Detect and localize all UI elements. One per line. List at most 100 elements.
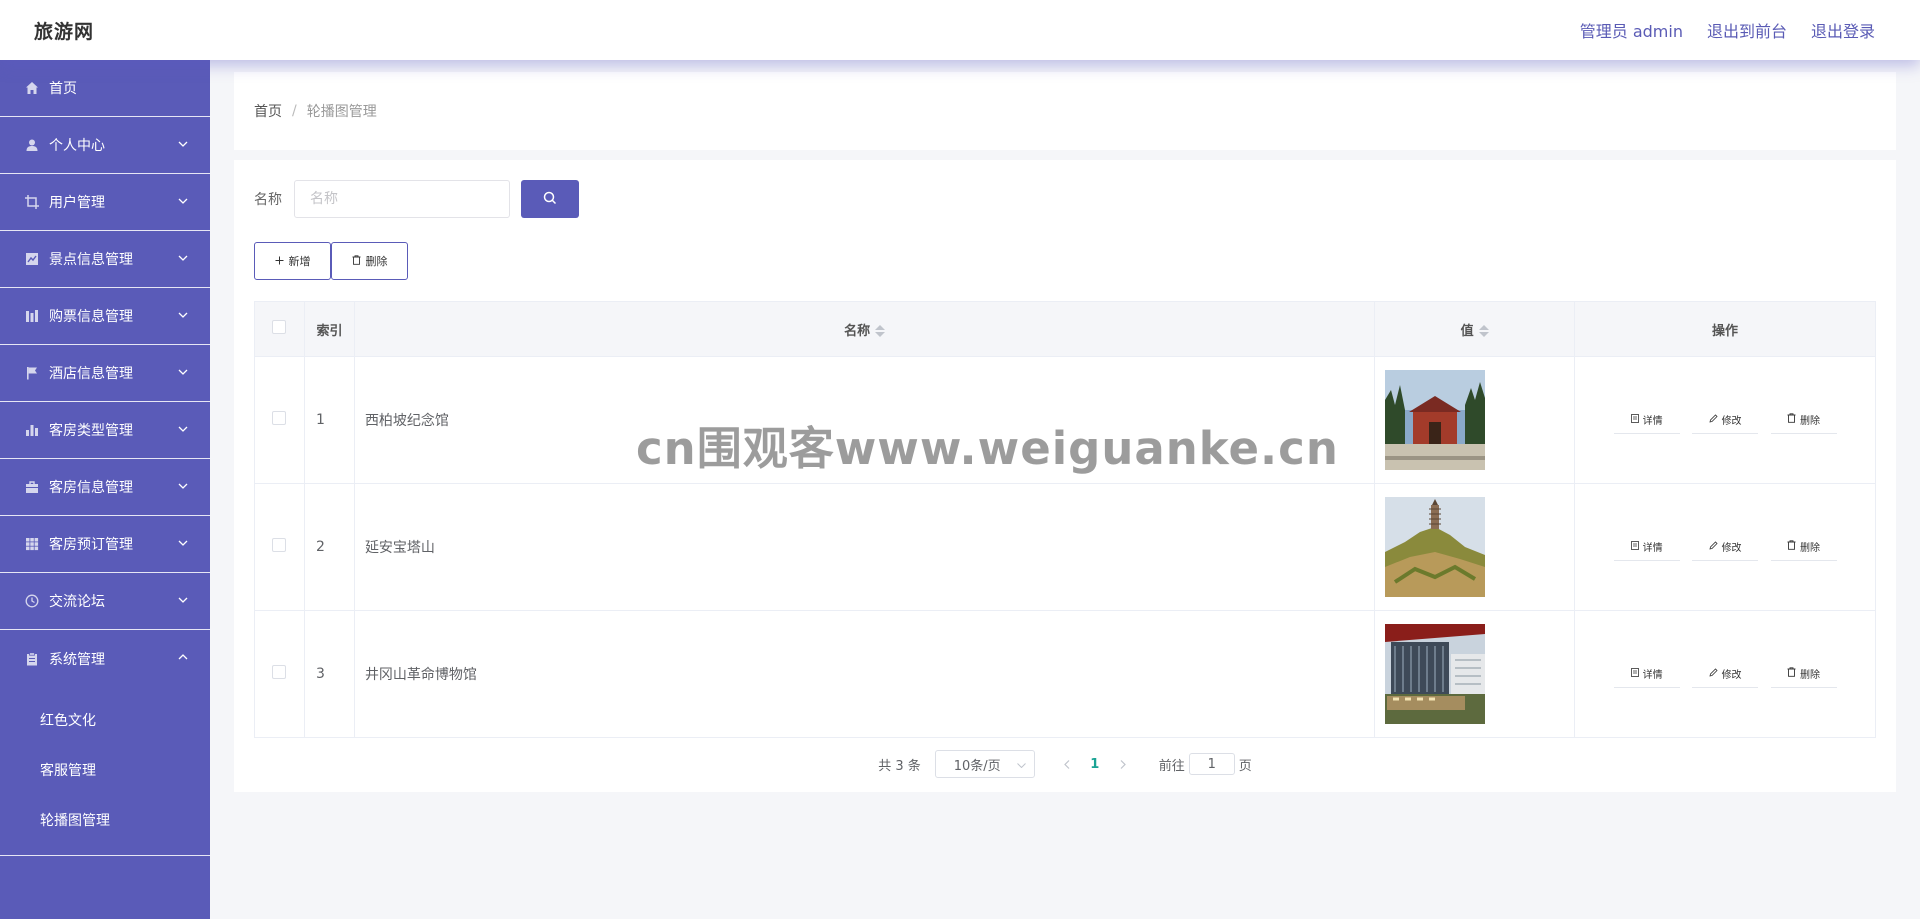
pagoda-hill-photo[interactable] (1385, 497, 1486, 597)
page-number-current[interactable]: 1 (1081, 757, 1109, 772)
crop-icon (23, 193, 41, 211)
chevron-down-icon (176, 194, 190, 208)
briefcase-icon (23, 478, 41, 496)
sidebar-subitem-red-culture[interactable]: 红色文化 (0, 695, 210, 745)
sidebar-item-personal-center[interactable]: 个人中心 (0, 117, 210, 174)
sort-caret-icon[interactable] (875, 325, 886, 337)
row-index: 2 (303, 483, 355, 611)
value-header[interactable]: 值 (1374, 301, 1576, 357)
museum-photo[interactable] (1385, 624, 1486, 724)
sidebar-item-label: 首页 (49, 81, 77, 97)
site-logo: 旅游网 (34, 20, 95, 43)
sidebar-item-home[interactable]: 首页 (0, 60, 210, 117)
table-header-row: 索引 名称 值 操作 (254, 301, 1876, 357)
delete-label: 删除 (1800, 415, 1821, 427)
page-size-select[interactable]: 10条/页 (934, 750, 1035, 778)
edit-icon (1709, 414, 1718, 426)
sidebar-item-label: 购票信息管理 (49, 309, 133, 325)
name-header-label: 名称 (844, 323, 871, 339)
sidebar-item-forum[interactable]: 交流论坛 (0, 573, 210, 630)
trash-icon (1787, 540, 1796, 553)
add-button[interactable]: 新增 (254, 242, 331, 280)
row-checkbox[interactable] (272, 411, 287, 425)
chevron-down-icon (176, 422, 190, 436)
delete-button[interactable]: 删除 (1770, 532, 1837, 561)
edit-button[interactable]: 修改 (1692, 660, 1759, 689)
row-index: 1 (303, 356, 355, 484)
edit-icon (1709, 541, 1718, 553)
top-header: 旅游网 管理员 admin 退出到前台 退出登录 (0, 0, 1920, 60)
grid-icon (23, 535, 41, 553)
sidebar-item-ticket[interactable]: 购票信息管理 (0, 288, 210, 345)
select-all-checkbox[interactable] (272, 320, 287, 334)
sidebar-item-room-info[interactable]: 客房信息管理 (0, 459, 210, 516)
bars-icon (23, 307, 41, 325)
action-bar: 新增 删除 (254, 242, 408, 280)
breadcrumb-home[interactable]: 首页 (254, 101, 282, 121)
page-size-value: 10条/页 (953, 758, 1001, 774)
prev-page-icon[interactable] (1053, 759, 1081, 769)
sidebar-item-scenic-spot[interactable]: 景点信息管理 (0, 231, 210, 288)
breadcrumb-current: 轮播图管理 (306, 104, 377, 120)
row-checkbox[interactable] (272, 538, 287, 552)
breadcrumb-separator: / (292, 103, 297, 119)
row-index: 3 (303, 610, 355, 738)
flag-icon (23, 364, 41, 382)
user-icon (23, 136, 41, 154)
sidebar-item-room-type[interactable]: 客房类型管理 (0, 402, 210, 459)
search-input[interactable] (294, 180, 510, 218)
sort-caret-icon[interactable] (1478, 325, 1489, 337)
chevron-down-icon (176, 308, 190, 322)
batch-delete-button[interactable]: 删除 (331, 242, 408, 280)
document-icon (1630, 540, 1639, 553)
sidebar-item-label: 客房预订管理 (49, 537, 133, 553)
edit-label: 修改 (1721, 416, 1742, 428)
sidebar-item-room-booking[interactable]: 客房预订管理 (0, 516, 210, 573)
row-checkbox[interactable] (272, 665, 287, 679)
chevron-down-icon (176, 536, 190, 550)
home-icon (23, 79, 41, 97)
delete-button[interactable]: 删除 (1770, 405, 1837, 434)
detail-label: 详情 (1642, 416, 1663, 428)
trash-icon (1787, 667, 1796, 680)
search-button[interactable] (521, 180, 579, 218)
delete-label: 删除 (1800, 669, 1821, 681)
sidebar-subitem-customer-service[interactable]: 客服管理 (0, 745, 210, 795)
sidebar-item-label: 客房类型管理 (49, 423, 133, 439)
sidebar-item-label: 个人中心 (49, 138, 105, 154)
value-header-label: 值 (1460, 323, 1474, 339)
sidebar-item-label: 景点信息管理 (49, 252, 133, 268)
next-page-icon[interactable] (1109, 759, 1137, 769)
exit-to-frontend-link[interactable]: 退出到前台 (1707, 18, 1787, 42)
memorial-hall-photo[interactable] (1385, 370, 1486, 470)
goto-page-input[interactable] (1188, 753, 1235, 775)
delete-button[interactable]: 删除 (1770, 659, 1837, 688)
sidebar-item-hotel[interactable]: 酒店信息管理 (0, 345, 210, 402)
chart-icon (23, 250, 41, 268)
admin-user-link[interactable]: 管理员 admin (1580, 18, 1683, 42)
row-select-cell (254, 483, 305, 611)
page-jump: 前往 页 (1159, 753, 1252, 775)
edit-button[interactable]: 修改 (1692, 533, 1759, 562)
clock-icon (23, 592, 41, 610)
logout-link[interactable]: 退出登录 (1811, 18, 1875, 42)
goto-label: 前往 (1158, 758, 1185, 774)
sidebar-item-user-management[interactable]: 用户管理 (0, 174, 210, 231)
row-name: 井冈山革命博物馆 (353, 610, 1376, 738)
table-row: 1 西柏坡纪念馆 详情 修改 删除 (254, 356, 1876, 484)
name-header[interactable]: 名称 (353, 301, 1376, 357)
sidebar-subitem-carousel[interactable]: 轮播图管理 (0, 795, 210, 845)
detail-button[interactable]: 详情 (1613, 406, 1680, 435)
edit-button[interactable]: 修改 (1692, 406, 1759, 435)
sidebar-item-system[interactable]: 系统管理 (0, 630, 210, 687)
sidebar-item-label: 交流论坛 (49, 594, 105, 610)
detail-button[interactable]: 详情 (1613, 533, 1680, 562)
header-links: 管理员 admin 退出到前台 退出登录 (1580, 0, 1875, 60)
delete-button-label: 删除 (365, 255, 388, 268)
search-bar: 名称 (254, 180, 579, 218)
add-button-label: 新增 (288, 255, 311, 268)
detail-button[interactable]: 详情 (1613, 660, 1680, 689)
row-name: 西柏坡纪念馆 (353, 356, 1376, 484)
sidebar-item-label: 用户管理 (49, 195, 105, 211)
edit-label: 修改 (1721, 543, 1742, 555)
